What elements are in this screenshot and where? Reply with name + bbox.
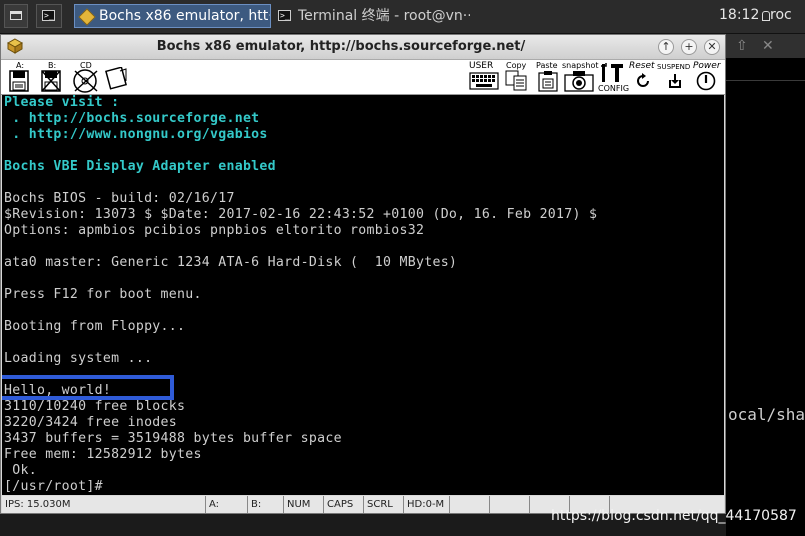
taskbar: >_ Bochs x86 emulator, htt··· >_ Termina… bbox=[0, 0, 805, 34]
reset-icon bbox=[637, 73, 649, 87]
background-terminal-text: ocal/sha bbox=[728, 405, 805, 424]
config-tools-icon bbox=[601, 63, 623, 82]
terminal-icon: >_ bbox=[42, 10, 55, 21]
console-line: ata0 master: Generic 1234 ATA-6 Hard-Dis… bbox=[4, 255, 458, 270]
console-line: Options: apmbios pcibios pnpbios eltorit… bbox=[4, 223, 425, 238]
maximize-icon[interactable]: ⇧ bbox=[736, 38, 748, 54]
keep-above-button[interactable]: ↑ bbox=[658, 39, 674, 55]
status-ips: IPS: 15.030M bbox=[5, 499, 71, 510]
status-floppy-a: A: bbox=[205, 496, 247, 513]
clock[interactable]: 18:12 bbox=[719, 7, 759, 23]
console-line: . http://bochs.sourceforge.net bbox=[4, 111, 260, 126]
console-line: Booting from Floppy... bbox=[4, 319, 186, 334]
keyboard-icon bbox=[469, 72, 499, 90]
bochs-window: Bochs x86 emulator, http://bochs.sourcef… bbox=[0, 34, 726, 514]
copy-icon bbox=[505, 70, 527, 91]
user-menu[interactable]: roc bbox=[762, 7, 792, 23]
user-icon bbox=[762, 11, 770, 21]
taskbar-item-terminal[interactable]: >_ Terminal 终端 - root@vn··· bbox=[274, 4, 470, 28]
status-empty-1 bbox=[449, 496, 489, 513]
divider bbox=[726, 80, 805, 81]
floppy-a-button[interactable]: A: bbox=[7, 61, 31, 92]
close-button[interactable]: ✕ bbox=[704, 39, 720, 55]
maximize-button[interactable]: + bbox=[681, 39, 697, 55]
console-line: . http://www.nongnu.org/vgabios bbox=[4, 127, 268, 142]
bochs-icon bbox=[78, 8, 96, 26]
show-desktop-button[interactable] bbox=[4, 4, 28, 28]
status-empty-2 bbox=[489, 496, 529, 513]
taskbar-item-bochs[interactable]: Bochs x86 emulator, htt··· bbox=[74, 4, 271, 28]
bochs-titlebar[interactable]: Bochs x86 emulator, http://bochs.sourcef… bbox=[1, 35, 725, 60]
status-scrl: SCRL bbox=[363, 496, 403, 513]
floppy-icon bbox=[41, 70, 61, 92]
window-icon bbox=[10, 11, 22, 20]
status-floppy-b: B: bbox=[247, 496, 283, 513]
window-title: Bochs x86 emulator, http://bochs.sourcef… bbox=[156, 39, 526, 54]
console-line: Ok. bbox=[4, 463, 37, 478]
highlight-box bbox=[2, 375, 174, 400]
terminal-launcher-button[interactable]: >_ bbox=[36, 4, 62, 28]
console-line: Bochs VBE Display Adapter enabled bbox=[4, 159, 276, 174]
user-button[interactable]: USER bbox=[468, 61, 500, 92]
status-num: NUM bbox=[283, 496, 323, 513]
camera-icon bbox=[564, 71, 594, 92]
taskbar-item-bochs-label: Bochs x86 emulator, htt··· bbox=[99, 8, 271, 24]
console-line: $Revision: 13073 $ $Date: 2017-02-16 22:… bbox=[4, 207, 598, 222]
power-icon bbox=[696, 71, 716, 91]
cdrom-button[interactable]: CD bbox=[69, 61, 103, 93]
cdrom-icon bbox=[73, 69, 98, 93]
status-caps: CAPS bbox=[323, 496, 363, 513]
bochs-toolbar: A: B: CD USER Copy Paste snapshot CONFIG… bbox=[1, 60, 725, 95]
console-line: Bochs BIOS - build: 02/16/17 bbox=[4, 191, 235, 206]
paste-button[interactable]: Paste bbox=[534, 61, 562, 92]
copy-button[interactable]: Copy bbox=[504, 61, 530, 92]
background-terminal-window[interactable] bbox=[726, 34, 805, 536]
floppy-icon bbox=[9, 70, 29, 92]
suspend-button[interactable]: SUSPEND bbox=[656, 61, 692, 92]
console-line: 3220/3424 free inodes bbox=[4, 415, 178, 430]
console-line: 3437 buffers = 3519488 bytes buffer spac… bbox=[4, 431, 342, 446]
reset-button[interactable]: Reset bbox=[629, 61, 657, 92]
paste-icon bbox=[538, 71, 558, 92]
snapshot-button[interactable]: snapshot bbox=[562, 61, 599, 92]
user-label: roc bbox=[770, 7, 792, 23]
power-button[interactable]: Power bbox=[691, 61, 723, 92]
console-line: Press F12 for boot menu. bbox=[4, 287, 202, 302]
floppy-disk-icon bbox=[105, 67, 127, 90]
floppy-mount-button[interactable] bbox=[102, 61, 130, 92]
console-line: Free mem: 12582912 bytes bbox=[4, 447, 202, 462]
close-icon[interactable]: ✕ bbox=[762, 38, 774, 54]
taskbar-item-terminal-label: Terminal 终端 - root@vn··· bbox=[298, 8, 470, 24]
config-button[interactable]: CONFIG bbox=[598, 61, 629, 93]
terminal-icon: >_ bbox=[278, 10, 291, 21]
console-line: [/usr/root]# bbox=[4, 479, 103, 494]
console-line: Loading system ... bbox=[4, 351, 153, 366]
vga-console-screen[interactable]: Please visit : . http://bochs.sourceforg… bbox=[2, 95, 724, 495]
console-line: Please visit : bbox=[4, 95, 120, 110]
suspend-icon bbox=[669, 74, 681, 88]
console-line: 3110/10240 free blocks bbox=[4, 399, 186, 414]
watermark-text: https://blog.csdn.net/qq_44170587 bbox=[551, 508, 797, 524]
floppy-b-button[interactable]: B: bbox=[38, 61, 64, 92]
status-hd: HD:0-M bbox=[403, 496, 449, 513]
